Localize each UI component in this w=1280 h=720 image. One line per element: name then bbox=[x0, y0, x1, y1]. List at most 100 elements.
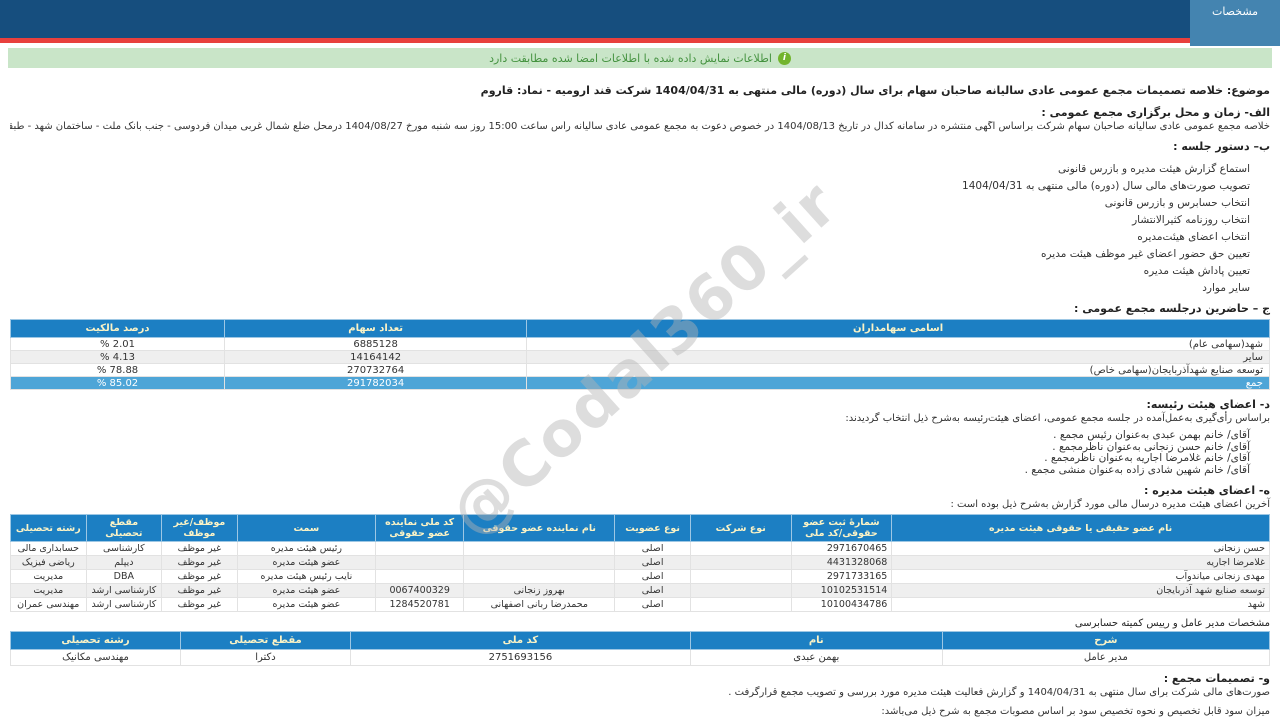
cell-company-type bbox=[689, 541, 792, 556]
cell-shares: 6885128 bbox=[224, 337, 528, 351]
cell-executive-status: غیر موظف bbox=[161, 597, 238, 612]
col-name: نام bbox=[689, 631, 943, 650]
attendees-row: شهد(سهامی عام) 6885128 % 2.01 bbox=[9, 337, 1270, 351]
cell-representative-id bbox=[375, 555, 465, 570]
col-education-field: رشته تحصیلی bbox=[10, 631, 181, 650]
cell-member-name: حسن زنجانی bbox=[891, 541, 1270, 556]
cell-representative-name bbox=[463, 555, 616, 570]
board-row: حسن زنجانی 2971670465 اصلی رئیس هیئت مدی… bbox=[10, 541, 1270, 556]
cell-company-type bbox=[689, 555, 792, 570]
board-row: شهد 10100434786 اصلی محمدرضا ربانی اصفها… bbox=[10, 597, 1270, 612]
board-header-row: نام عضو حقیقی یا حقوقی هیئت مدیره شمارۀ … bbox=[10, 514, 1270, 542]
cell-representative-id bbox=[375, 569, 465, 584]
cell-member-name: غلامرضا اجاریه bbox=[891, 555, 1270, 570]
cell-total-shares: 291782034 bbox=[224, 376, 528, 390]
ceo-header-row: شرح نام کد ملی مقطع تحصیلی رشته تحصیلی bbox=[10, 631, 1271, 650]
cell-executive-status: غیر موظف bbox=[161, 583, 238, 598]
section-d-text: براساس رأی‌گیری به‌عمل‌آمده در جلسه مجمع… bbox=[845, 413, 1270, 424]
cell-reg-number: 10100434786 bbox=[790, 597, 893, 612]
cell-member-name: توسعه صنایع شهد آذربایجان bbox=[891, 583, 1270, 598]
cell-shareholder: شهد(سهامی عام) bbox=[526, 337, 1270, 351]
cell-percent: % 2.01 bbox=[9, 337, 226, 351]
alert-text: اطلاعات نمایش داده شده با اطلاعات امضا ش… bbox=[489, 51, 772, 65]
col-company-type: نوع شرکت bbox=[689, 514, 792, 542]
cell-education-level: کارشناسی ارشد bbox=[85, 583, 163, 598]
col-national-id: کد ملی bbox=[349, 631, 691, 650]
cell-representative-id bbox=[375, 541, 465, 556]
cell-membership-type: اصلی bbox=[614, 597, 691, 612]
cell-executive-status: غیر موظف bbox=[161, 569, 238, 584]
cell-representative-id: 1284520781 bbox=[375, 597, 465, 612]
red-divider bbox=[0, 38, 1280, 43]
attendees-total-row: جمع 291782034 % 85.02 bbox=[9, 376, 1270, 390]
col-education-level: مقطع تحصیلی bbox=[85, 514, 163, 542]
cell-representative-name bbox=[463, 569, 616, 584]
top-navbar bbox=[0, 0, 1280, 38]
tab-specifications[interactable]: مشخصات bbox=[1190, 0, 1280, 46]
cell-position: نایب رئیس هیئت مدیره bbox=[236, 569, 377, 584]
cell-representative-name: بهروز زنجانی bbox=[463, 583, 616, 598]
cell-position: عضو هیئت مدیره bbox=[236, 597, 377, 612]
cell-membership-type: اصلی bbox=[614, 541, 691, 556]
cell-reg-number: 4431328068 bbox=[790, 555, 893, 570]
profit-intro-text: میزان سود قابل تخصیص و نحوه تخصیص سود بر… bbox=[881, 706, 1270, 717]
cell-education-field: ریاضی فیزیک bbox=[10, 555, 87, 570]
section-a-text: خلاصه مجمع عمومی عادی سالیانه صاحبان سها… bbox=[10, 121, 1270, 132]
section-d-heading: د- اعضای هیئت رئیسه: bbox=[1146, 398, 1270, 411]
col-position: سمت bbox=[236, 514, 377, 542]
codal-report-page: مشخصات i اطلاعات نمایش داده شده با اطلاع… bbox=[0, 0, 1280, 720]
cell-reg-number: 10102531514 bbox=[790, 583, 893, 598]
col-executive-status: موظف/غیر موظف bbox=[161, 514, 238, 542]
cell-education-field: مهندسی عمران bbox=[10, 597, 87, 612]
ceo-row: مدیر عامل بهمن عبدی 2751693156 دکترا مهن… bbox=[10, 649, 1271, 666]
cell-total-percent: % 85.02 bbox=[9, 376, 226, 390]
agenda-item: تعیین پاداش هیئت مدیره bbox=[1143, 265, 1250, 277]
agenda-item: انتخاب روزنامه کثیرالانتشار bbox=[1132, 214, 1250, 226]
subject-title: موضوع: خلاصه تصمیمات مجمع عمومی عادی سال… bbox=[480, 84, 1270, 97]
cell-name: بهمن عبدی bbox=[689, 649, 943, 666]
cell-representative-name bbox=[463, 541, 616, 556]
col-education-level: مقطع تحصیلی bbox=[180, 631, 351, 650]
col-representative-id: کد ملی نماینده عضو حقوقی bbox=[375, 514, 465, 542]
section-c-heading: ج – حاضرین درجلسه مجمع عمومی : bbox=[1074, 302, 1270, 315]
cell-shares: 14164142 bbox=[224, 350, 528, 364]
section-b-heading: ب– دستور جلسه : bbox=[1173, 140, 1270, 153]
cell-company-type bbox=[689, 583, 792, 598]
cell-description: مدیر عامل bbox=[941, 649, 1271, 666]
board-row: توسعه صنایع شهد آذربایجان 10102531514 اص… bbox=[10, 583, 1270, 598]
signature-match-alert: i اطلاعات نمایش داده شده با اطلاعات امضا… bbox=[8, 48, 1272, 68]
cell-percent: % 78.88 bbox=[9, 363, 226, 377]
cell-education-level: دکترا bbox=[180, 649, 351, 666]
presiding-board-list: آقای/ خانم بهمن عبدی به‌عنوان رئیس مجمع … bbox=[10, 429, 1270, 476]
section-a-heading: الف- زمان و محل برگزاری مجمع عمومی : bbox=[1041, 106, 1270, 119]
cell-company-type bbox=[689, 597, 792, 612]
col-member-name: نام عضو حقیقی یا حقوقی هیئت مدیره bbox=[891, 514, 1270, 542]
cell-member-name: مهدی زنجانی میاندوآب bbox=[891, 569, 1270, 584]
ceo-table: شرح نام کد ملی مقطع تحصیلی رشته تحصیلی م… bbox=[10, 631, 1271, 666]
ceo-table-caption: مشخصات مدیر عامل و رییس کمیته حسابرسی bbox=[1074, 618, 1270, 629]
cell-executive-status: غیر موظف bbox=[161, 555, 238, 570]
document-body: موضوع: خلاصه تصمیمات مجمع عمومی عادی سال… bbox=[0, 68, 1280, 720]
cell-membership-type: اصلی bbox=[614, 583, 691, 598]
section-e-text: آخرین اعضای هیئت مدیره درسال مالی مورد گ… bbox=[950, 499, 1270, 510]
cell-representative-id: 0067400329 bbox=[375, 583, 465, 598]
col-representative-name: نام نماینده عضو حقوقی bbox=[463, 514, 616, 542]
presiding-member: آقای/ خانم شهین شادی زاده به‌عنوان منشی … bbox=[1024, 463, 1250, 476]
col-membership-type: نوع عضویت bbox=[614, 514, 691, 542]
cell-representative-name: محمدرضا ربانی اصفهانی bbox=[463, 597, 616, 612]
cell-education-level: کارشناسی ارشد bbox=[85, 597, 163, 612]
board-row: مهدی زنجانی میاندوآب 2971733165 اصلی نای… bbox=[10, 569, 1270, 584]
cell-membership-type: اصلی bbox=[614, 555, 691, 570]
agenda-list: استماع گزارش هیئت مدیره و بازرس قانونی ت… bbox=[10, 163, 1270, 294]
attendees-row: سایر 14164142 % 4.13 bbox=[9, 350, 1270, 364]
attendees-row: توسعه صنایع شهدآذربایجان(سهامی خاص) 2707… bbox=[9, 363, 1270, 377]
cell-education-field: مدیریت bbox=[10, 569, 87, 584]
agenda-item: تعیین حق حضور اعضای غیر موظف هیئت مدیره bbox=[1041, 248, 1250, 260]
col-education-field: رشته تحصیلی bbox=[10, 514, 87, 542]
agenda-item: انتخاب اعضای هیئت‌مدیره bbox=[1137, 231, 1250, 243]
col-description: شرح bbox=[941, 631, 1271, 650]
attendees-table: اسامی سهامداران تعداد سهام درصد مالکیت ش… bbox=[9, 319, 1270, 390]
cell-reg-number: 2971733165 bbox=[790, 569, 893, 584]
attendees-header-row: اسامی سهامداران تعداد سهام درصد مالکیت bbox=[9, 319, 1270, 338]
cell-position: رئیس هیئت مدیره bbox=[236, 541, 377, 556]
